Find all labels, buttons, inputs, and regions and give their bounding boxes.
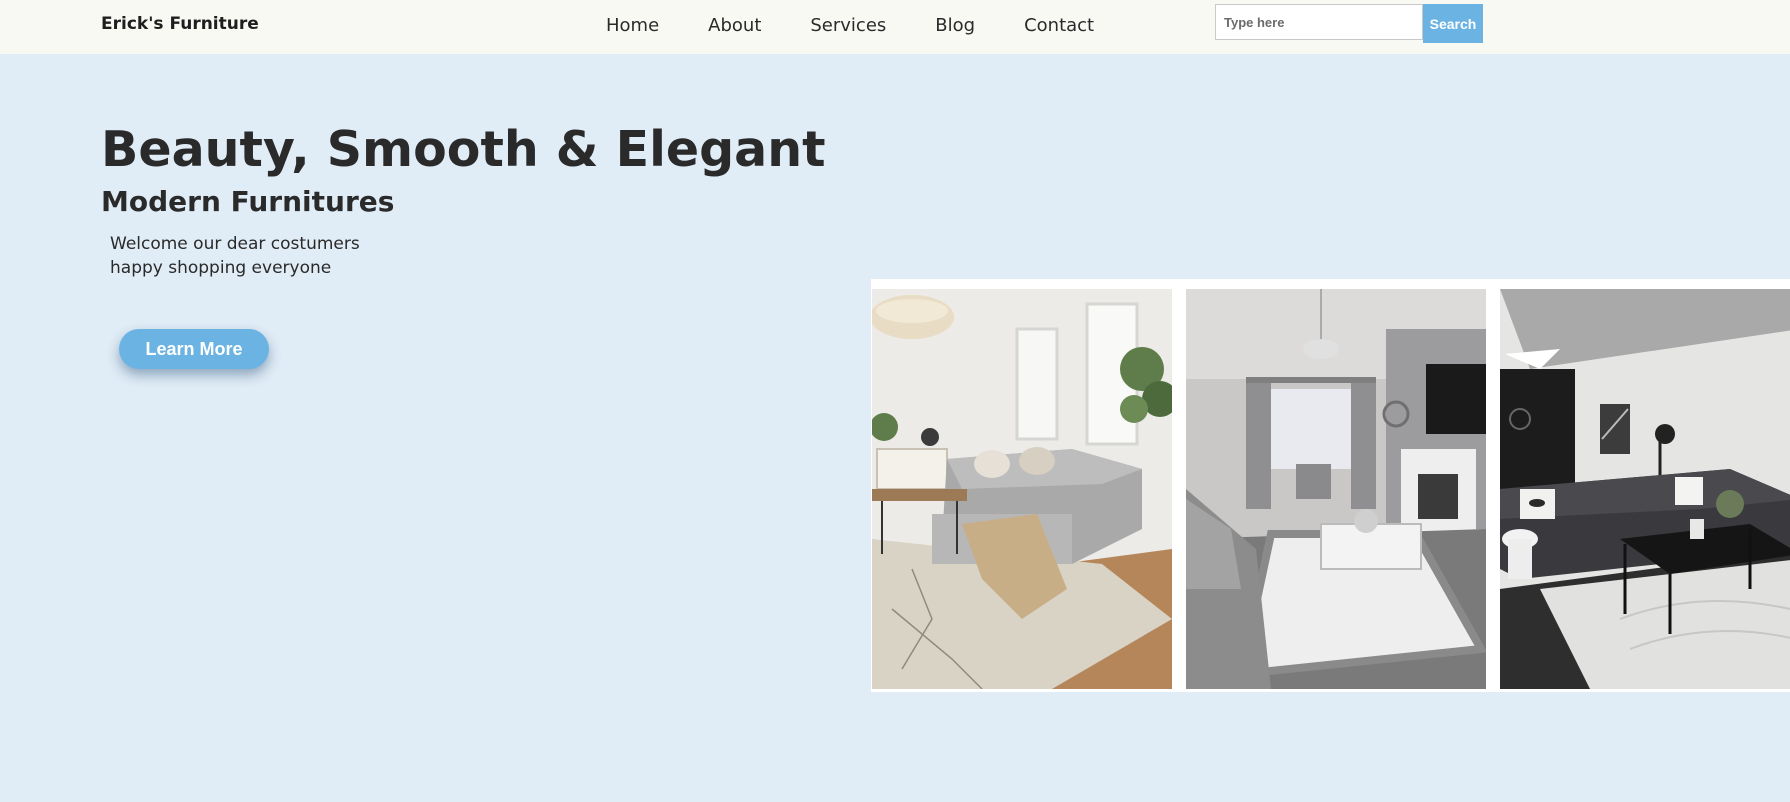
main-nav: Home About Services Blog Contact — [606, 15, 1143, 36]
hero-title: Beauty, Smooth & Elegant — [101, 121, 826, 178]
living-room-photo-dark[interactable] — [1500, 289, 1790, 689]
learn-more-button[interactable]: Learn More — [119, 329, 269, 369]
living-room-photo-grey[interactable] — [1186, 289, 1486, 689]
living-room-photo-bright[interactable] — [872, 289, 1172, 689]
hero-subtitle: Modern Furnitures — [101, 185, 395, 218]
hero-welcome-text: Welcome our dear costumers happy shoppin… — [110, 232, 360, 280]
welcome-line: Welcome our dear costumers — [110, 234, 360, 254]
top-navbar: Erick's Furniture Home About Services Bl… — [0, 0, 1790, 54]
nav-link-contact[interactable]: Contact — [1024, 15, 1094, 36]
welcome-line: happy shopping everyone — [110, 258, 332, 278]
furniture-gallery — [871, 279, 1790, 692]
nav-link-home[interactable]: Home — [606, 15, 659, 36]
nav-link-blog[interactable]: Blog — [935, 15, 975, 36]
search-button[interactable]: Search — [1423, 4, 1483, 43]
search-input[interactable] — [1215, 4, 1423, 40]
nav-link-about[interactable]: About — [708, 15, 761, 36]
brand-logo-text[interactable]: Erick's Furniture — [101, 14, 259, 34]
nav-link-services[interactable]: Services — [810, 15, 886, 36]
search-form: Search — [1215, 4, 1483, 43]
